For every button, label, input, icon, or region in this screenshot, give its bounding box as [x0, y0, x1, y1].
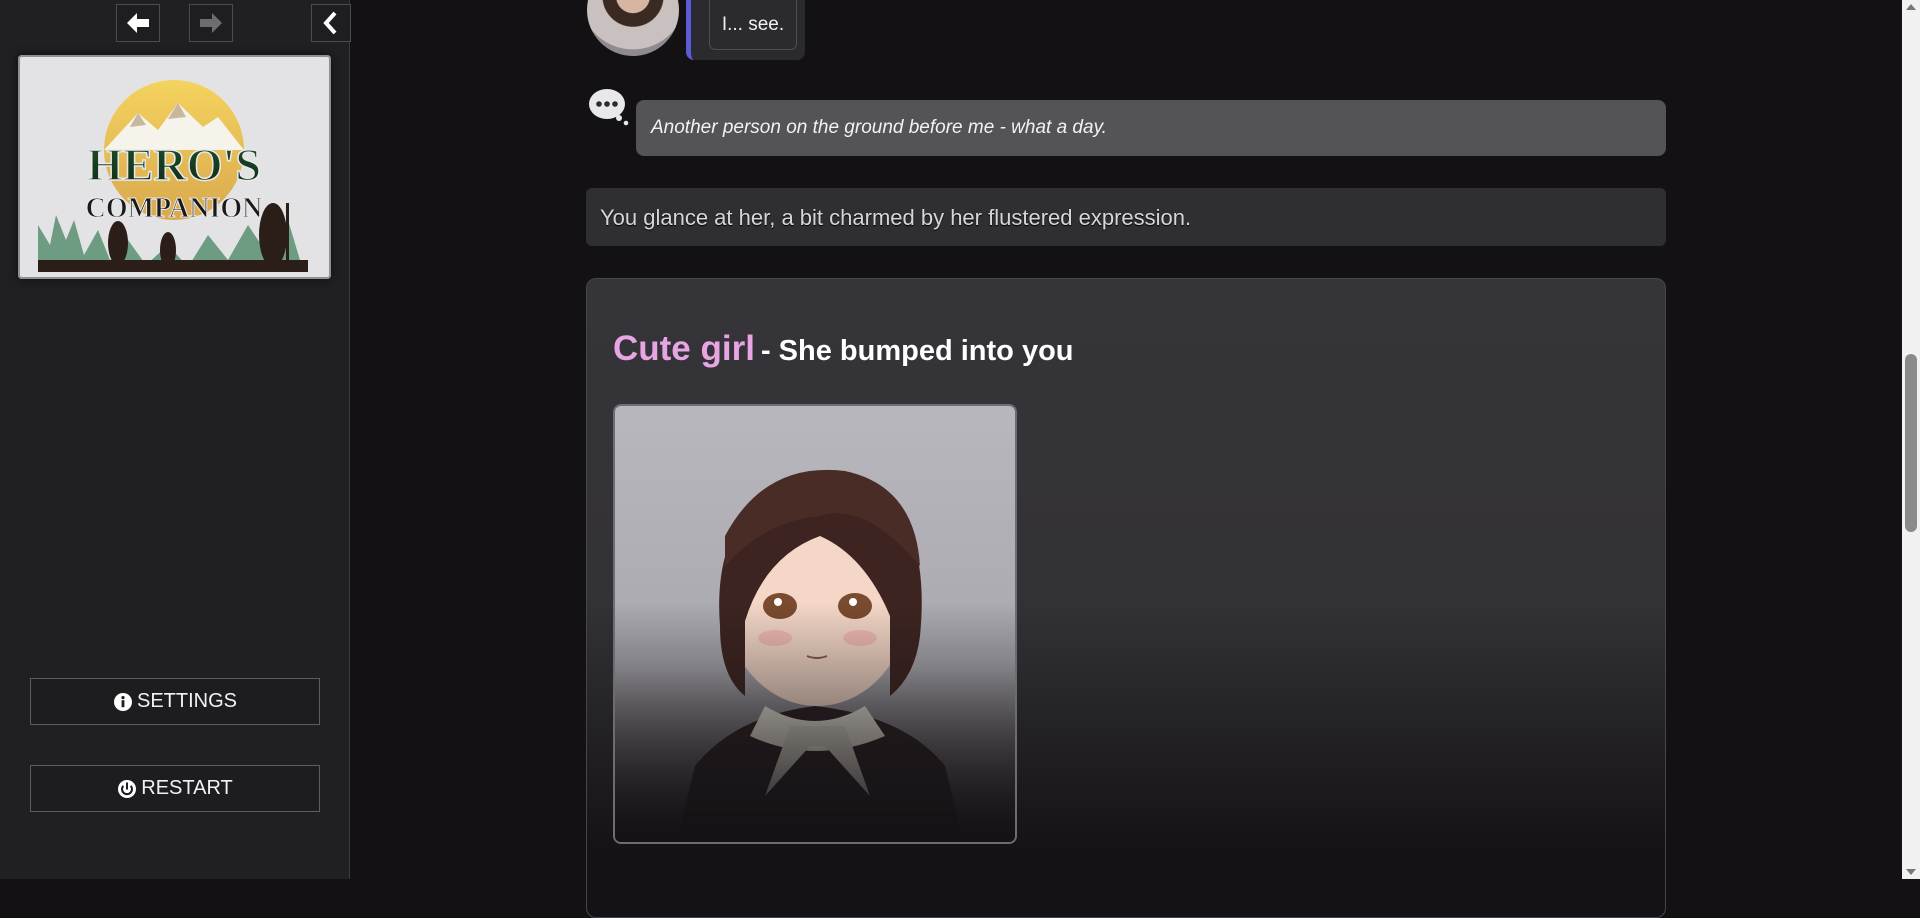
arrow-right-icon	[200, 13, 222, 33]
arrow-left-icon	[127, 13, 149, 33]
back-button[interactable]	[116, 4, 160, 42]
restart-label: RESTART	[141, 777, 233, 799]
restart-button[interactable]: RESTART	[30, 765, 320, 812]
character-subtitle: - She bumped into you	[760, 335, 1074, 367]
narration-message: You glance at her, a bit charmed by her …	[586, 188, 1666, 246]
story-panel: I... see. Another person on the ground b…	[351, 0, 1902, 918]
settings-label: SETTINGS	[136, 690, 237, 712]
dialogue-text: I... see.	[709, 0, 797, 50]
svg-text:COMPANION: COMPANION	[86, 193, 263, 224]
thought-message: Another person on the ground before me -…	[636, 100, 1666, 156]
svg-text:HERO'S: HERO'S	[87, 139, 261, 190]
character-portrait	[613, 404, 1017, 844]
info-icon	[113, 692, 132, 711]
scroll-down-icon[interactable]	[1906, 869, 1916, 875]
dialogue-message: I... see.	[686, 0, 805, 60]
character-card-title: Cute girl - She bumped into you	[613, 329, 1074, 369]
scroll-up-icon[interactable]	[1906, 4, 1916, 10]
scrollbar-thumb[interactable]	[1905, 354, 1917, 532]
speaker-avatar	[587, 0, 679, 56]
thought-bubble-icon	[589, 89, 629, 126]
character-name: Cute girl	[613, 329, 755, 368]
page-scrollbar[interactable]	[1902, 0, 1920, 879]
chevron-left-icon	[323, 11, 337, 35]
settings-button[interactable]: SETTINGS	[30, 678, 320, 725]
sidebar: HERO'S COMPANION SETTINGS RESTART	[0, 0, 351, 879]
game-logo: HERO'S COMPANION	[18, 55, 331, 279]
character-card: Cute girl - She bumped into you	[586, 278, 1666, 918]
power-icon	[118, 779, 137, 798]
collapse-sidebar-button[interactable]	[311, 4, 351, 42]
forward-button[interactable]	[189, 4, 233, 42]
